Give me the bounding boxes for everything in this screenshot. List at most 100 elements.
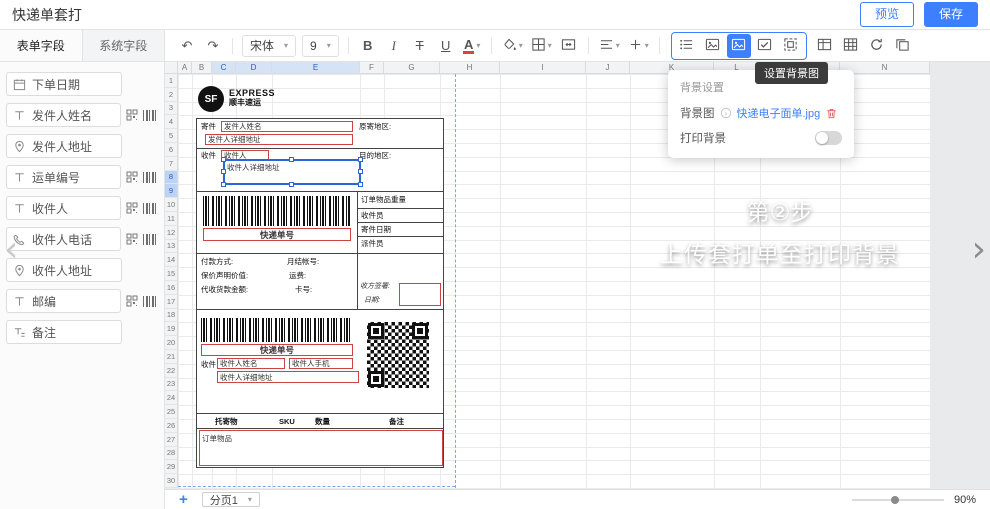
- sidebar-field-3[interactable]: 运单编号: [6, 165, 121, 189]
- page-select[interactable]: 分页1 ▾: [202, 492, 260, 507]
- font-color-icon[interactable]: A▾: [460, 34, 484, 58]
- resize-handle[interactable]: [358, 169, 363, 174]
- row-header-5[interactable]: 5: [165, 129, 178, 143]
- field-tracking-number[interactable]: 快递单号: [203, 228, 351, 241]
- row-header-4[interactable]: 4: [165, 115, 178, 129]
- zoom-slider[interactable]: [852, 499, 944, 501]
- barcode-icon[interactable]: [143, 110, 158, 121]
- column-header-B[interactable]: B: [192, 62, 212, 74]
- field-signature-box[interactable]: [399, 283, 441, 306]
- column-header-H[interactable]: H: [440, 62, 500, 74]
- insert-icon[interactable]: ▾: [625, 34, 652, 58]
- field-tracking-number-stub[interactable]: 快递单号: [201, 344, 353, 356]
- set-background-icon[interactable]: [727, 34, 751, 58]
- add-page-button[interactable]: +: [179, 492, 188, 507]
- resize-handle[interactable]: [221, 169, 226, 174]
- column-header-C[interactable]: C: [212, 62, 236, 74]
- column-header-J[interactable]: J: [586, 62, 630, 74]
- row-header-3[interactable]: 3: [165, 102, 178, 116]
- field-order-items[interactable]: 订单物品: [199, 430, 443, 466]
- column-header-G[interactable]: G: [384, 62, 440, 74]
- qrcode-icon[interactable]: [126, 171, 138, 183]
- field-stub-recipient-phone[interactable]: 收件人手机: [289, 358, 353, 369]
- print-background-toggle[interactable]: [815, 131, 842, 145]
- sidebar-field-1[interactable]: 发件人姓名: [6, 103, 121, 127]
- row-header-11[interactable]: 11: [165, 212, 178, 226]
- design-canvas[interactable]: SF EXPRESS顺丰速运 寄件 发件人姓名 原寄地区: 发件人详细地址 收件…: [165, 62, 990, 489]
- background-image-link[interactable]: 快递电子面单.jpg: [737, 105, 821, 121]
- row-header-30[interactable]: 30: [165, 474, 178, 488]
- field-sender-name[interactable]: 发件人姓名: [221, 121, 353, 132]
- delete-background-icon[interactable]: [825, 107, 838, 120]
- strikethrough-icon[interactable]: T: [408, 34, 432, 58]
- merge-cells-icon[interactable]: [557, 34, 581, 58]
- grid-corner[interactable]: [165, 62, 178, 74]
- row-header-28[interactable]: 28: [165, 447, 178, 461]
- next-chevron-icon[interactable]: ›: [972, 232, 986, 268]
- resize-handle[interactable]: [358, 157, 363, 162]
- freeze-pane-icon[interactable]: [813, 34, 837, 58]
- column-header-E[interactable]: E: [272, 62, 360, 74]
- font-size-select[interactable]: 9▾: [302, 35, 339, 57]
- qrcode-icon[interactable]: [126, 295, 138, 307]
- row-header-8[interactable]: 8: [165, 171, 178, 185]
- barcode-icon[interactable]: [143, 296, 158, 307]
- row-header-19[interactable]: 19: [165, 322, 178, 336]
- row-header-21[interactable]: 21: [165, 350, 178, 364]
- italic-icon[interactable]: I: [382, 34, 406, 58]
- barcode-icon[interactable]: [143, 234, 158, 245]
- preview-button[interactable]: 预览: [860, 2, 914, 27]
- row-header-14[interactable]: 14: [165, 253, 178, 267]
- row-header-1[interactable]: 1: [165, 74, 178, 88]
- zoom-slider-thumb[interactable]: [891, 496, 899, 504]
- sidebar-field-7[interactable]: 邮编: [6, 289, 121, 313]
- barcode-icon[interactable]: [143, 203, 158, 214]
- row-header-25[interactable]: 25: [165, 405, 178, 419]
- resize-handle[interactable]: [289, 157, 294, 162]
- field-stub-recipient-name[interactable]: 收件人姓名: [217, 358, 285, 369]
- resize-handle[interactable]: [221, 157, 226, 162]
- qrcode-icon[interactable]: [126, 109, 138, 121]
- redo-icon[interactable]: ↷: [201, 34, 225, 58]
- column-header-D[interactable]: D: [236, 62, 272, 74]
- font-family-select[interactable]: 宋体▾: [242, 35, 296, 57]
- sidebar-field-0[interactable]: 下单日期: [6, 72, 122, 96]
- row-header-18[interactable]: 18: [165, 309, 178, 323]
- row-header-26[interactable]: 26: [165, 419, 178, 433]
- field-recipient-address-selected[interactable]: 收件人详细地址: [223, 159, 361, 185]
- row-header-9[interactable]: 9: [165, 184, 178, 198]
- sidebar-field-2[interactable]: 发件人地址: [6, 134, 122, 158]
- sidebar-field-4[interactable]: 收件人: [6, 196, 121, 220]
- barcode-icon[interactable]: [143, 172, 158, 183]
- row-header-23[interactable]: 23: [165, 378, 178, 392]
- row-header-7[interactable]: 7: [165, 157, 178, 171]
- row-header-15[interactable]: 15: [165, 267, 178, 281]
- row-header-17[interactable]: 17: [165, 295, 178, 309]
- row-header-16[interactable]: 16: [165, 281, 178, 295]
- row-header-10[interactable]: 10: [165, 198, 178, 212]
- sidebar-field-6[interactable]: 收件人地址: [6, 258, 122, 282]
- fill-color-icon[interactable]: ▾: [499, 34, 526, 58]
- row-header-13[interactable]: 13: [165, 240, 178, 254]
- bold-icon[interactable]: B: [356, 34, 380, 58]
- tab-system-fields[interactable]: 系统字段: [83, 30, 165, 61]
- row-header-22[interactable]: 22: [165, 364, 178, 378]
- prev-chevron-icon[interactable]: ‹: [4, 232, 18, 268]
- row-header-27[interactable]: 27: [165, 433, 178, 447]
- column-header-A[interactable]: A: [178, 62, 192, 74]
- row-header-2[interactable]: 2: [165, 88, 178, 102]
- qrcode-icon[interactable]: [126, 202, 138, 214]
- field-stub-recipient-address[interactable]: 收件人详细地址: [217, 371, 359, 383]
- sidebar-field-5[interactable]: 收件人电话: [6, 227, 121, 251]
- qrcode-icon[interactable]: [126, 233, 138, 245]
- align-icon[interactable]: ▾: [596, 34, 623, 58]
- row-header-12[interactable]: 12: [165, 226, 178, 240]
- list-settings-icon[interactable]: [675, 34, 699, 58]
- underline-icon[interactable]: U: [434, 34, 458, 58]
- sidebar-field-8[interactable]: 备注: [6, 320, 122, 344]
- screenshot-icon[interactable]: [779, 34, 803, 58]
- copy-icon[interactable]: [891, 34, 915, 58]
- image-field-icon[interactable]: [753, 34, 777, 58]
- row-header-6[interactable]: 6: [165, 143, 178, 157]
- tab-form-fields[interactable]: 表单字段: [0, 30, 83, 61]
